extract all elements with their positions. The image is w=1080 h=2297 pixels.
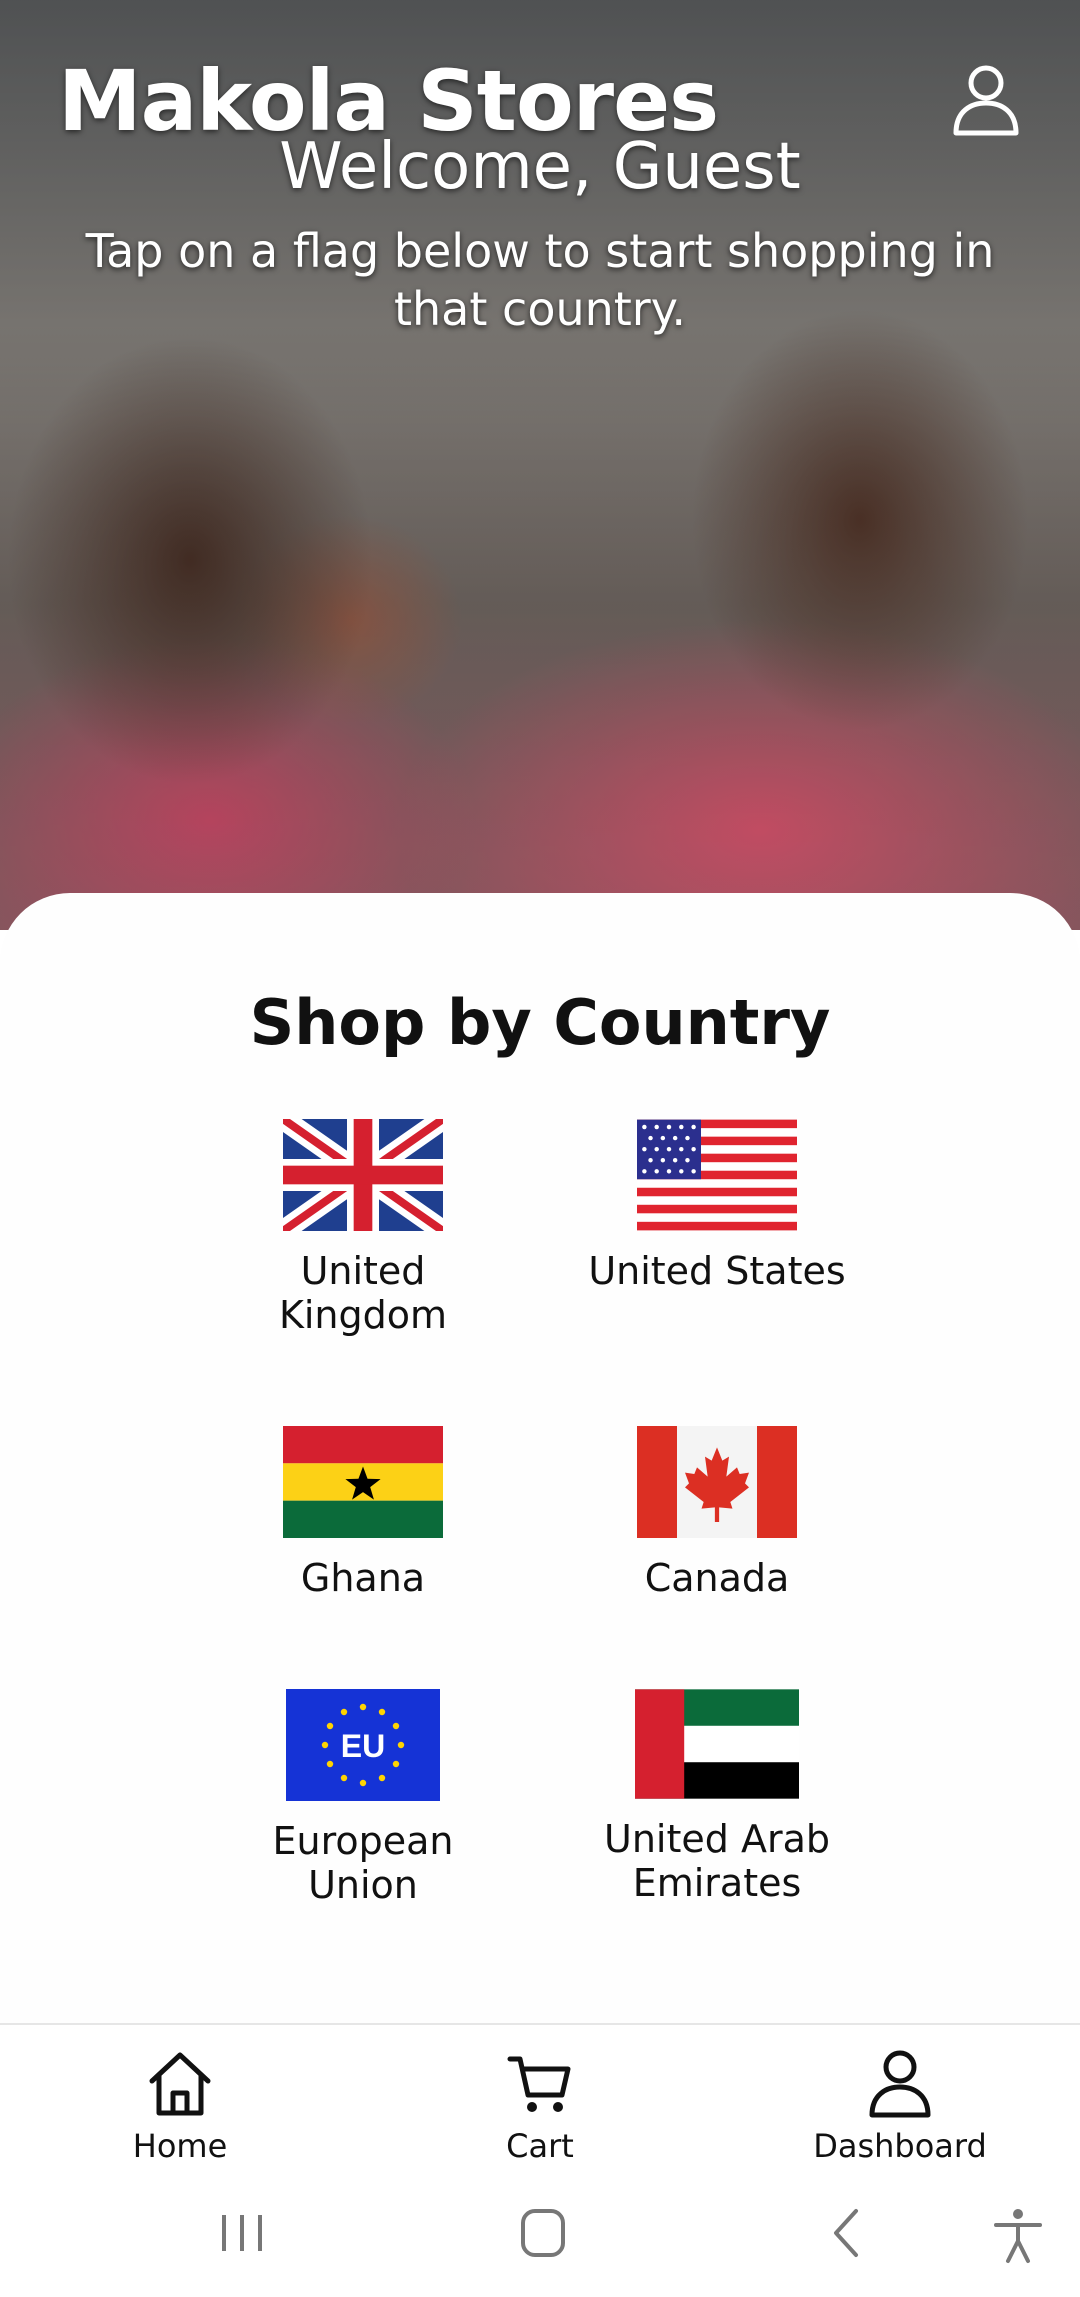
- system-home-button[interactable]: [513, 2205, 573, 2265]
- country-label: Ghana: [300, 1556, 426, 1600]
- bottom-nav: Home Cart Dashboard: [0, 2023, 1080, 2183]
- system-nav-bar: [0, 2181, 1080, 2297]
- eu-flag-icon: EU: [286, 1689, 440, 1801]
- country-label: Canada: [644, 1556, 790, 1600]
- cart-icon: [507, 2056, 571, 2112]
- uk-flag-icon: [283, 1119, 443, 1231]
- recent-apps-icon: [222, 2215, 262, 2251]
- home-icon: [149, 2052, 211, 2116]
- country-label: United States: [588, 1249, 846, 1293]
- country-sheet: [0, 893, 1080, 2023]
- system-back-button[interactable]: [818, 2205, 878, 2265]
- ghana-flag-icon: [283, 1426, 443, 1538]
- country-label: European Union: [272, 1819, 454, 1907]
- eu-flag-text: EU: [341, 1728, 385, 1764]
- country-label: United Arab Emirates: [604, 1817, 830, 1905]
- country-label: United Kingdom: [278, 1249, 448, 1337]
- us-flag-icon: [637, 1119, 797, 1231]
- accessibility-button[interactable]: [988, 2205, 1048, 2269]
- canada-flag-icon: [637, 1426, 797, 1538]
- nav-home[interactable]: Home: [60, 2047, 300, 2165]
- recent-apps-button[interactable]: [212, 2205, 272, 2265]
- user-icon: [953, 65, 1019, 136]
- country-canada[interactable]: Canada: [567, 1426, 867, 1600]
- welcome-message: Welcome, Guest: [279, 130, 801, 204]
- nav-label: Cart: [506, 2127, 574, 2165]
- user-icon: [869, 2050, 931, 2118]
- country-united-kingdom[interactable]: United Kingdom: [213, 1119, 513, 1337]
- home-button-icon: [521, 2209, 565, 2257]
- country-european-union[interactable]: EU European Union: [213, 1689, 513, 1907]
- country-ghana[interactable]: Ghana: [213, 1426, 513, 1600]
- nav-cart[interactable]: Cart: [420, 2047, 660, 2165]
- section-title: Shop by Country: [249, 986, 831, 1059]
- country-united-arab-emirates[interactable]: United Arab Emirates: [567, 1689, 867, 1905]
- nav-label: Home: [132, 2127, 228, 2165]
- uae-flag-icon: [635, 1689, 799, 1799]
- country-united-states[interactable]: United States: [567, 1119, 867, 1293]
- back-icon: [834, 2209, 858, 2257]
- instructions-text: Tap on a flag below to start shopping in…: [85, 224, 995, 336]
- nav-dashboard[interactable]: Dashboard: [780, 2047, 1020, 2165]
- accessibility-icon: [994, 2209, 1042, 2263]
- account-button[interactable]: [948, 62, 1024, 138]
- nav-label: Dashboard: [813, 2127, 987, 2165]
